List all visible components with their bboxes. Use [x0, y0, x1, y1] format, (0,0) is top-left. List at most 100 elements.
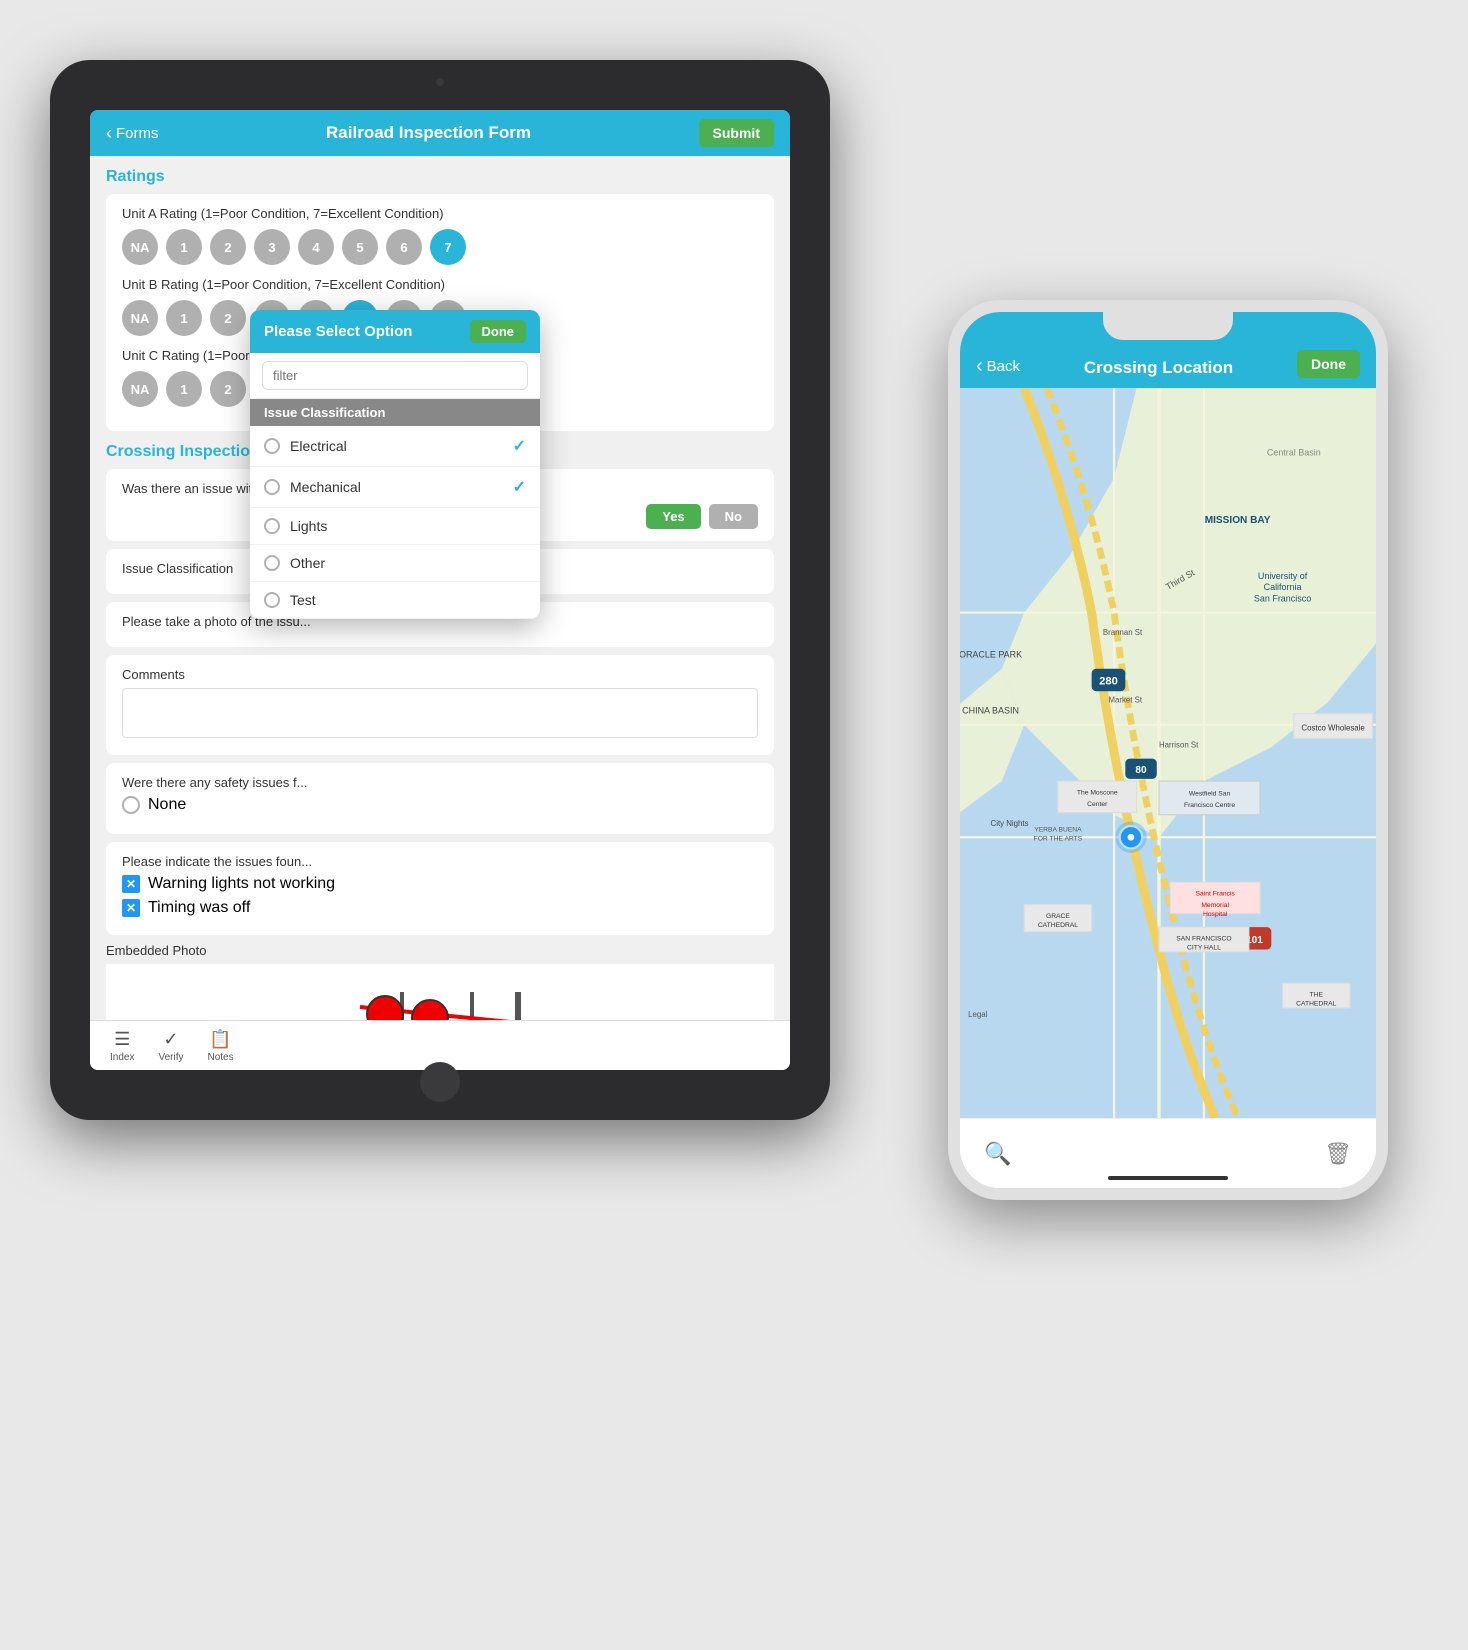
rating-1-c[interactable]: 1 [166, 371, 202, 407]
svg-text:Brannan St: Brannan St [1103, 628, 1143, 637]
verify-icon: ✓ [163, 1029, 178, 1050]
unit-a-circles: NA 1 2 3 4 5 6 7 [122, 229, 758, 265]
rating-na-c[interactable]: NA [122, 371, 158, 407]
dropdown-item-test[interactable]: Test [250, 582, 540, 619]
back-label: Forms [116, 125, 159, 142]
svg-text:280: 280 [1099, 675, 1118, 687]
label-electrical: Electrical [290, 438, 347, 454]
check-electrical: ✓ [513, 436, 526, 456]
svg-text:THE: THE [1310, 992, 1324, 999]
radio-other [264, 555, 280, 571]
svg-text:City Nights: City Nights [991, 819, 1029, 828]
label-lights: Lights [290, 518, 327, 534]
back-link[interactable]: ‹ Forms [106, 123, 159, 144]
toolbar-notes[interactable]: 📋 Notes [207, 1029, 233, 1063]
safety-label: Were there any safety issues f... [122, 775, 758, 790]
unit-a-label: Unit A Rating (1=Poor Condition, 7=Excel… [122, 206, 758, 221]
svg-text:Center: Center [1087, 801, 1108, 808]
notes-icon: 📋 [209, 1029, 231, 1050]
phone-home-bar [1108, 1176, 1228, 1180]
indicate-issues-label: Please indicate the issues foun... [122, 854, 758, 869]
toolbar-verify[interactable]: ✓ Verify [158, 1029, 183, 1063]
tablet-camera [436, 78, 444, 86]
phone-done-button[interactable]: Done [1297, 350, 1360, 378]
svg-text:Market St: Market St [1108, 695, 1142, 704]
svg-text:Costco Wholesale: Costco Wholesale [1301, 724, 1365, 733]
radio-lights [264, 518, 280, 534]
rating-1-a[interactable]: 1 [166, 229, 202, 265]
rating-4-a[interactable]: 4 [298, 229, 334, 265]
phone-search-icon[interactable]: 🔍 [984, 1141, 1011, 1167]
label-test: Test [290, 592, 316, 608]
dropdown-item-other[interactable]: Other [250, 545, 540, 582]
index-label: Index [110, 1052, 134, 1063]
svg-text:MISSION BAY: MISSION BAY [1205, 515, 1271, 526]
phone-title: Crossing Location [1084, 358, 1233, 378]
phone-back-label: Back [987, 358, 1020, 375]
dropdown-done-button[interactable]: Done [470, 320, 527, 343]
map-container[interactable]: 280 80 101 Third St Brannan St Market St… [960, 388, 1376, 1118]
issue-label-2: Timing was off [148, 899, 250, 917]
index-icon: ☰ [114, 1029, 130, 1050]
checkbox-timing[interactable] [122, 899, 140, 917]
ratings-section-title: Ratings [106, 168, 774, 186]
unit-b-label: Unit B Rating (1=Poor Condition, 7=Excel… [122, 277, 758, 292]
svg-text:Francisco Centre: Francisco Centre [1184, 802, 1235, 809]
no-button[interactable]: No [709, 504, 758, 529]
comments-card: Comments [106, 655, 774, 755]
rating-7-a[interactable]: 7 [430, 229, 466, 265]
label-mechanical: Mechanical [290, 479, 361, 495]
svg-text:Saint Francis: Saint Francis [1196, 891, 1236, 898]
issue-row-2: Timing was off [122, 899, 758, 917]
radio-test [264, 592, 280, 608]
phone-notch [1103, 312, 1233, 340]
tablet-screen: ‹ Forms Railroad Inspection Form Submit … [90, 110, 790, 1070]
yes-button[interactable]: Yes [646, 504, 700, 529]
filter-input[interactable] [262, 361, 528, 390]
svg-text:The Moscone: The Moscone [1077, 790, 1118, 797]
map-svg: 280 80 101 Third St Brannan St Market St… [960, 388, 1376, 1118]
radio-electrical [264, 438, 280, 454]
svg-text:CATHEDRAL: CATHEDRAL [1038, 922, 1078, 929]
rating-2-a[interactable]: 2 [210, 229, 246, 265]
dropdown-item-electrical[interactable]: Electrical ✓ [250, 426, 540, 467]
tablet: ‹ Forms Railroad Inspection Form Submit … [50, 60, 830, 1120]
diagram-area: RAIL ROAD CROS. 200mm (8 in) 300mm [106, 964, 774, 1020]
dropdown-header: Please Select Option Done [250, 310, 540, 353]
rating-1-b[interactable]: 1 [166, 300, 202, 336]
none-label: None [148, 796, 186, 814]
none-radio-row: None [122, 796, 758, 814]
phone-trash-icon[interactable]: 🗑 [1324, 1141, 1352, 1167]
dropdown-item-mechanical[interactable]: Mechanical ✓ [250, 467, 540, 508]
issue-row-1: Warning lights not working [122, 875, 758, 893]
back-chevron-icon: ‹ [106, 123, 112, 144]
tablet-home-button[interactable] [420, 1062, 460, 1102]
rating-6-a[interactable]: 6 [386, 229, 422, 265]
verify-label: Verify [158, 1052, 183, 1063]
rating-5-a[interactable]: 5 [342, 229, 378, 265]
comments-input[interactable] [122, 688, 758, 738]
svg-text:Central Basin: Central Basin [1267, 447, 1321, 457]
dropdown-overlay: Please Select Option Done Issue Classifi… [250, 310, 540, 619]
label-other: Other [290, 555, 325, 571]
rating-2-b[interactable]: 2 [210, 300, 246, 336]
svg-text:SAN FRANCISCO: SAN FRANCISCO [1176, 936, 1231, 943]
checkbox-warning-lights[interactable] [122, 875, 140, 893]
dropdown-item-lights[interactable]: Lights [250, 508, 540, 545]
svg-text:CATHEDRAL: CATHEDRAL [1296, 1001, 1336, 1008]
toolbar-index[interactable]: ☰ Index [110, 1029, 134, 1063]
rating-2-c[interactable]: 2 [210, 371, 246, 407]
rating-na-a[interactable]: NA [122, 229, 158, 265]
svg-text:ORACLE PARK: ORACLE PARK [960, 650, 1022, 660]
none-radio[interactable] [122, 796, 140, 814]
svg-text:CHINA BASIN: CHINA BASIN [962, 706, 1019, 716]
dropdown-filter-area [250, 353, 540, 399]
submit-button[interactable]: Submit [699, 119, 774, 147]
dropdown-title: Please Select Option [264, 323, 412, 340]
railroad-diagram: RAIL ROAD CROS. 200mm (8 in) 300mm [300, 972, 580, 1020]
phone-back-link[interactable]: ‹ Back [976, 355, 1020, 378]
dropdown-group-header: Issue Classification [250, 399, 540, 426]
rating-3-a[interactable]: 3 [254, 229, 290, 265]
rating-na-b[interactable]: NA [122, 300, 158, 336]
svg-text:GRACE: GRACE [1046, 913, 1070, 920]
